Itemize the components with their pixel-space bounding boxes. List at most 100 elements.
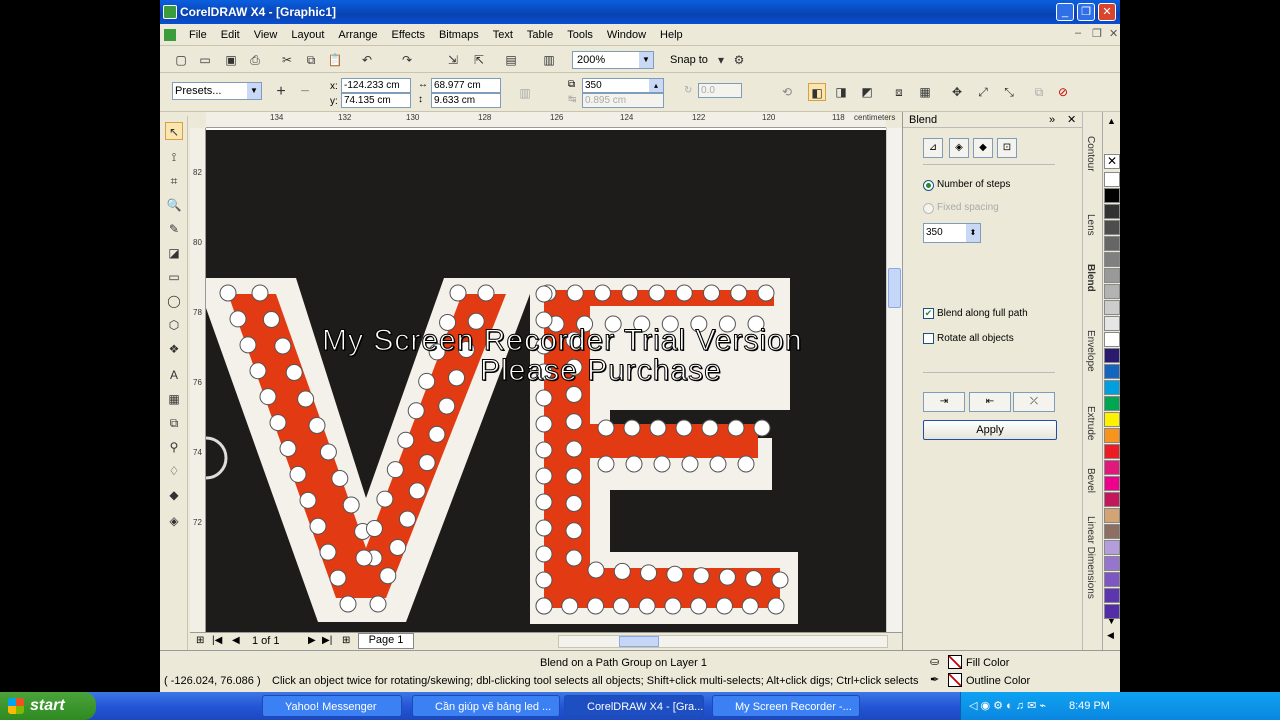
color-swatch[interactable]	[1104, 556, 1120, 571]
chevron-down-icon[interactable]: ▾	[712, 51, 730, 69]
path-options-icon[interactable]: ⤫	[1013, 392, 1055, 412]
y-position-field[interactable]: 74.135 cm	[341, 93, 411, 108]
docker-close-icon[interactable]: ✕	[1067, 112, 1076, 128]
blend-accel-page-icon[interactable]: ◈	[949, 138, 969, 158]
start-button[interactable]: start	[0, 692, 96, 720]
color-swatch[interactable]	[1104, 396, 1120, 411]
height-field[interactable]: 9.633 cm	[431, 93, 501, 108]
blend-type-icon[interactable]: ▥	[516, 84, 534, 102]
outline-color-swatch[interactable]	[948, 673, 962, 687]
new-icon[interactable]: ▢	[172, 51, 190, 69]
eyedropper-tool-icon[interactable]: ⚲	[165, 438, 183, 456]
page-add-icon[interactable]: ⊞	[196, 635, 204, 646]
import-icon[interactable]: ⇲	[444, 51, 462, 69]
color-swatch[interactable]	[1104, 332, 1120, 347]
first-page-icon[interactable]: |◀	[212, 635, 222, 646]
direct-blend-icon[interactable]: ◧	[808, 83, 826, 101]
open-icon[interactable]: ▭	[196, 51, 214, 69]
table-tool-icon[interactable]: ▦	[165, 390, 183, 408]
blend-steps-field[interactable]: 350 ▴	[582, 78, 664, 93]
color-swatch[interactable]	[1104, 412, 1120, 427]
clear-blend-icon[interactable]: ⊘	[1054, 83, 1072, 101]
menu-bitmaps[interactable]: Bitmaps	[432, 29, 486, 41]
freehand-tool-icon[interactable]: ✎	[165, 220, 183, 238]
apply-to-end-icon[interactable]: ⇤	[969, 392, 1011, 412]
tab-bevel[interactable]: Bevel	[1085, 468, 1096, 493]
add-preset-icon[interactable]: +	[272, 83, 290, 101]
drawing-canvas[interactable]: My Screen Recorder Trial Version Please …	[206, 128, 886, 632]
menu-file[interactable]: File	[182, 29, 214, 41]
apply-button[interactable]: Apply	[923, 420, 1057, 440]
prev-page-icon[interactable]: ◀	[232, 635, 240, 646]
blend-spacing-field[interactable]: 0.895 cm	[582, 93, 664, 108]
scroll-thumb[interactable]	[619, 636, 659, 647]
minimize-button[interactable]: _	[1056, 3, 1074, 21]
cut-icon[interactable]: ✂	[278, 51, 296, 69]
copy-icon[interactable]: ⧉	[302, 51, 320, 69]
app-icon[interactable]	[163, 5, 177, 19]
add-page-icon[interactable]: ⊞	[342, 635, 350, 646]
docker-steps-field[interactable]: 350 ⬍	[923, 223, 981, 243]
palette-expand-icon[interactable]: ◀	[1107, 630, 1114, 641]
copy-blend-icon[interactable]: ⧉	[1030, 83, 1048, 101]
tab-extrude[interactable]: Extrude	[1085, 406, 1096, 440]
color-swatch[interactable]	[1104, 252, 1120, 267]
rectangle-tool-icon[interactable]: ▭	[165, 268, 183, 286]
blend-color-page-icon[interactable]: ◆	[973, 138, 993, 158]
horizontal-ruler[interactable]: 134 132 130 128 126 124 122 120 118 cent…	[206, 112, 895, 128]
color-swatch[interactable]	[1104, 476, 1120, 491]
task-coreldraw[interactable]: CorelDRAW X4 - [Gra...	[564, 695, 704, 717]
color-swatch[interactable]	[1104, 236, 1120, 251]
color-swatch[interactable]	[1104, 460, 1120, 475]
snap-to-dropdown[interactable]: Snap to	[670, 54, 708, 66]
print-icon[interactable]: ⎙	[246, 51, 264, 69]
document-icon[interactable]	[164, 28, 176, 41]
tab-linear-dimensions[interactable]: Linear Dimensions	[1085, 516, 1096, 599]
menu-effects[interactable]: Effects	[385, 29, 432, 41]
outline-tool-icon[interactable]: ♢	[165, 462, 183, 480]
x-position-field[interactable]: -124.233 cm	[341, 78, 411, 93]
next-page-icon[interactable]: ▶	[308, 635, 316, 646]
path-properties-icon[interactable]: ⤡	[1000, 83, 1018, 101]
number-of-steps-radio[interactable]	[923, 180, 934, 191]
interactive-blend-tool-icon[interactable]: ⧉	[165, 414, 183, 432]
tab-envelope[interactable]: Envelope	[1085, 330, 1096, 372]
object-acceleration-icon[interactable]: ⧈	[890, 83, 908, 101]
basic-shapes-tool-icon[interactable]: ❖	[165, 340, 183, 358]
export-icon[interactable]: ⇱	[470, 51, 488, 69]
color-swatch[interactable]	[1104, 428, 1120, 443]
color-swatch[interactable]	[1104, 268, 1120, 283]
doc-close-icon[interactable]: ✕	[1102, 27, 1120, 40]
fill-color-swatch[interactable]	[948, 655, 962, 669]
rotate-all-checkbox[interactable]	[923, 333, 934, 344]
menu-tools[interactable]: Tools	[560, 29, 600, 41]
palette-scroll-up-icon[interactable]: ▲	[1107, 116, 1116, 126]
zoom-dropdown[interactable]: 200% ▼	[572, 51, 654, 69]
tab-lens[interactable]: Lens	[1085, 214, 1096, 236]
color-swatch[interactable]	[1104, 540, 1120, 555]
welcome-icon[interactable]: ▥	[540, 51, 558, 69]
blend-misc-page-icon[interactable]: ⊡	[997, 138, 1017, 158]
apply-to-start-icon[interactable]: ⇥	[923, 392, 965, 412]
menu-arrange[interactable]: Arrange	[331, 29, 384, 41]
color-swatch[interactable]	[1104, 284, 1120, 299]
tray-icons[interactable]: ◁ ◉ ⚙ ◐ ♫ ✉ ⌁	[969, 692, 1046, 720]
color-swatch[interactable]	[1104, 380, 1120, 395]
menu-text[interactable]: Text	[486, 29, 520, 41]
task-browser[interactable]: Cần giúp vẽ bảng led ...	[412, 695, 560, 717]
presets-dropdown[interactable]: Presets... ▼	[172, 82, 262, 100]
color-swatch[interactable]	[1104, 572, 1120, 587]
clockwise-blend-icon[interactable]: ◨	[832, 83, 850, 101]
task-yahoo-messenger[interactable]: Yahoo! Messenger	[262, 695, 402, 717]
menu-window[interactable]: Window	[600, 29, 653, 41]
blend-direction-field[interactable]: 0.0	[698, 83, 742, 98]
paste-icon[interactable]: 📋	[326, 51, 344, 69]
color-swatch[interactable]	[1104, 524, 1120, 539]
color-swatch[interactable]	[1104, 204, 1120, 219]
color-swatch[interactable]	[1104, 188, 1120, 203]
polygon-tool-icon[interactable]: ⬡	[165, 316, 183, 334]
blend-steps-page-icon[interactable]: ⊿	[923, 138, 943, 158]
start-end-properties-icon[interactable]: ⤢	[974, 83, 992, 101]
maximize-button[interactable]: ❐	[1077, 3, 1095, 21]
task-screen-recorder[interactable]: My Screen Recorder -...	[712, 695, 860, 717]
